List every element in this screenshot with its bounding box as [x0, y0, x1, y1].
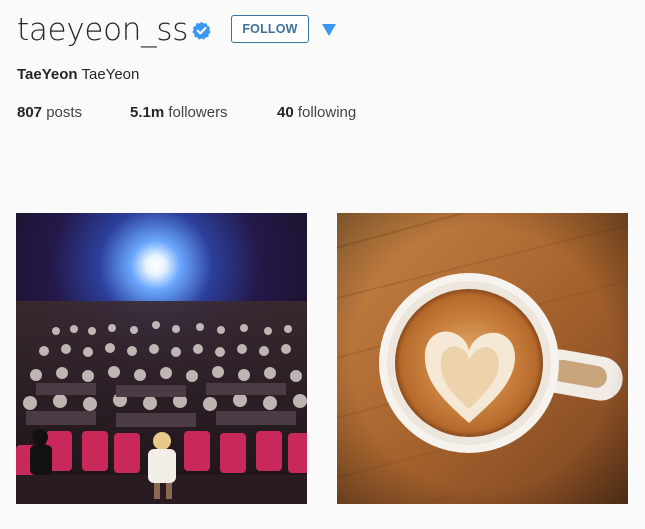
photo-post-2[interactable] [337, 213, 628, 504]
posts-label: posts [46, 104, 83, 121]
following-stat[interactable]: 40 following [277, 104, 356, 122]
follow-button[interactable]: FOLLOW [231, 15, 309, 43]
caret-down-icon[interactable] [321, 23, 337, 37]
photo-theater-audience [16, 213, 307, 504]
following-label: following [297, 104, 357, 121]
full-name-bold: TaeYeon [17, 66, 78, 83]
full-name-rest: TaeYeon [81, 66, 140, 83]
username: taeyeon_ss [17, 12, 189, 48]
followers-label: followers [168, 104, 228, 121]
photo-post-1[interactable] [16, 213, 307, 504]
profile-header: taeyeon_ss FOLLOW [17, 10, 637, 50]
posts-stat: 807 posts [17, 104, 82, 122]
photo-latte-heart [337, 213, 628, 504]
followers-stat[interactable]: 5.1m followers [130, 104, 228, 122]
full-name: TaeYeon TaeYeon [17, 66, 139, 84]
followers-count: 5.1m [130, 104, 165, 121]
verified-badge-icon [192, 21, 211, 40]
following-count: 40 [277, 104, 294, 121]
posts-count: 807 [17, 104, 43, 121]
